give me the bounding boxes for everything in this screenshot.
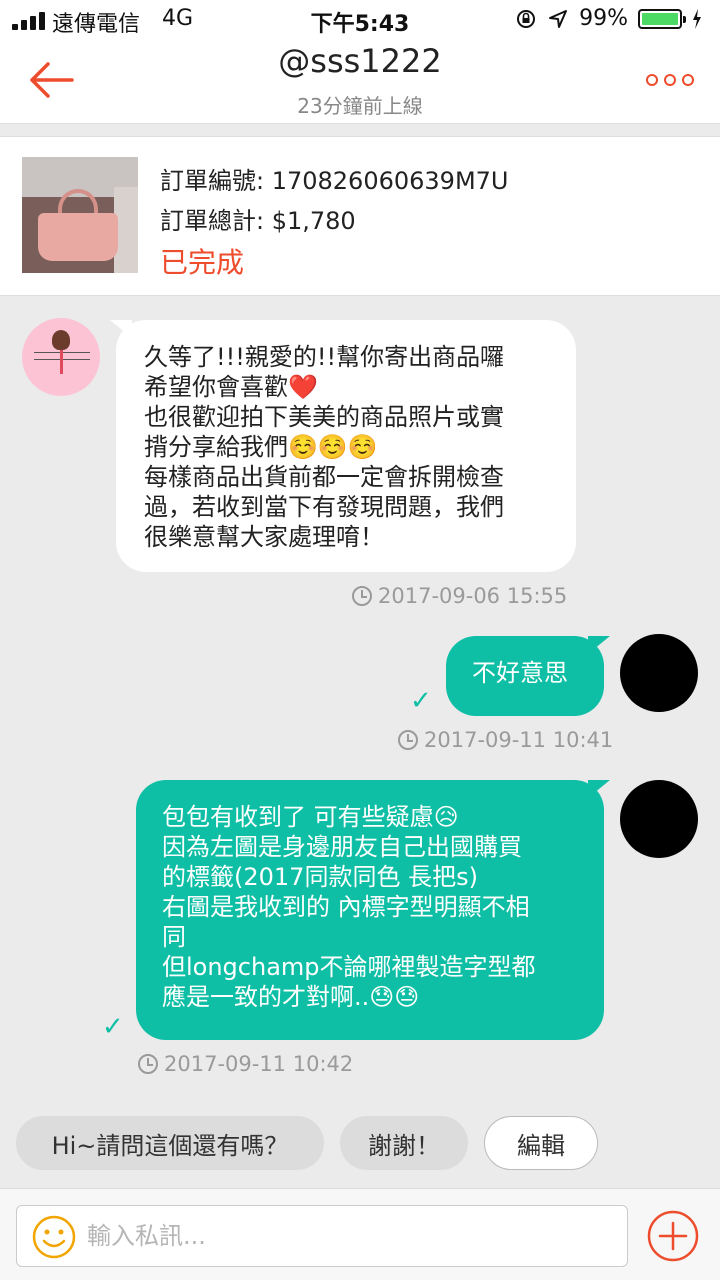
message-line: 但longchamp不論哪裡製造字型都 (162, 953, 536, 981)
user-avatar[interactable] (620, 780, 698, 858)
more-icon (646, 74, 658, 86)
edit-quick-replies-button[interactable]: 編輯 (484, 1116, 598, 1170)
clock-icon (138, 1054, 158, 1074)
product-thumbnail (22, 157, 138, 273)
message-timestamp: 2017-09-11 10:41 (398, 728, 613, 752)
order-status: 已完成 (160, 246, 245, 279)
message-timestamp: 2017-09-06 15:55 (352, 584, 567, 608)
message-line: 包包有收到了 可有些疑慮😥 (162, 803, 459, 831)
message-bubble-incoming: 久等了!!!親愛的!!幫你寄出商品囉 希望你會喜歡❤️ 也很歡迎拍下美美的商品照… (110, 320, 576, 572)
battery-icon (638, 8, 686, 29)
order-total: 訂單總計: $1,780 (160, 207, 356, 235)
location-icon (549, 9, 568, 28)
smiley-icon (32, 1215, 76, 1259)
charging-icon (693, 8, 701, 29)
message-line: 每樣商品出貨前都一定會拆開檢查 (144, 463, 504, 491)
chat-title: @sss1222 (278, 42, 442, 80)
online-status: 23分鐘前上線 (297, 94, 423, 118)
message-line: 的標籤(2017同款同色 長把s) (162, 863, 478, 891)
message-line: 久等了!!!親愛的!!幫你寄出商品囉 (144, 343, 505, 371)
emoji-button[interactable] (31, 1214, 77, 1260)
plus-icon (647, 1210, 699, 1262)
order-number: 訂單編號: 170826060639M7U (160, 167, 509, 195)
message-bubble-outgoing: 包包有收到了 可有些疑慮😥 因為左圖是身邊朋友自己出國購買 的標籤(2017同款… (136, 780, 610, 1040)
message-input[interactable] (87, 1216, 607, 1256)
quick-reply-ask-availability[interactable]: Hi~請問這個還有嗎？ (16, 1116, 324, 1170)
message-line: 希望你會喜歡❤️ (144, 373, 318, 401)
chat-header: @sss1222 23分鐘前上線 (0, 40, 720, 124)
message-line: 應是一致的才對啊..😓😓 (162, 983, 420, 1011)
check-icon: ✓ (102, 1012, 124, 1042)
order-card[interactable]: 訂單編號: 170826060639M7U 訂單總計: $1,780 已完成 (0, 136, 720, 296)
quick-reply-thanks[interactable]: 謝謝！ (340, 1116, 468, 1170)
status-right: 99% (515, 6, 702, 31)
status-bar: 遠傳電信 4G 下午5:43 99% (0, 0, 720, 40)
message-line: 右圖是我收到的 內標字型明顯不相 (162, 893, 530, 921)
seller-avatar[interactable] (22, 318, 100, 396)
clock-icon (352, 586, 372, 606)
message-line: 也很歡迎拍下美美的商品照片或實 (144, 403, 504, 431)
user-avatar[interactable] (620, 634, 698, 712)
message-timestamp: 2017-09-11 10:42 (138, 1052, 353, 1076)
message-line: 揹分享給我們☺️☺️☺️ (144, 433, 378, 461)
battery-percent: 99% (579, 6, 628, 31)
check-icon: ✓ (410, 686, 432, 716)
lock-rotation-icon (517, 9, 536, 28)
more-button[interactable] (646, 70, 694, 90)
message-input-bar (0, 1188, 720, 1280)
add-attachment-button[interactable] (646, 1209, 700, 1263)
message-line: 因為左圖是身邊朋友自己出國購買 (162, 833, 522, 861)
message-line: 同 (162, 923, 186, 951)
message-line: 不好意思 (472, 659, 568, 687)
message-input-box (16, 1205, 628, 1267)
message-bubble-outgoing: 不好意思 (446, 636, 610, 716)
clock-icon (398, 730, 418, 750)
message-line: 很樂意幫大家處理唷！ (144, 523, 384, 551)
message-line: 過，若收到當下有發現問題，我們 (144, 493, 504, 521)
